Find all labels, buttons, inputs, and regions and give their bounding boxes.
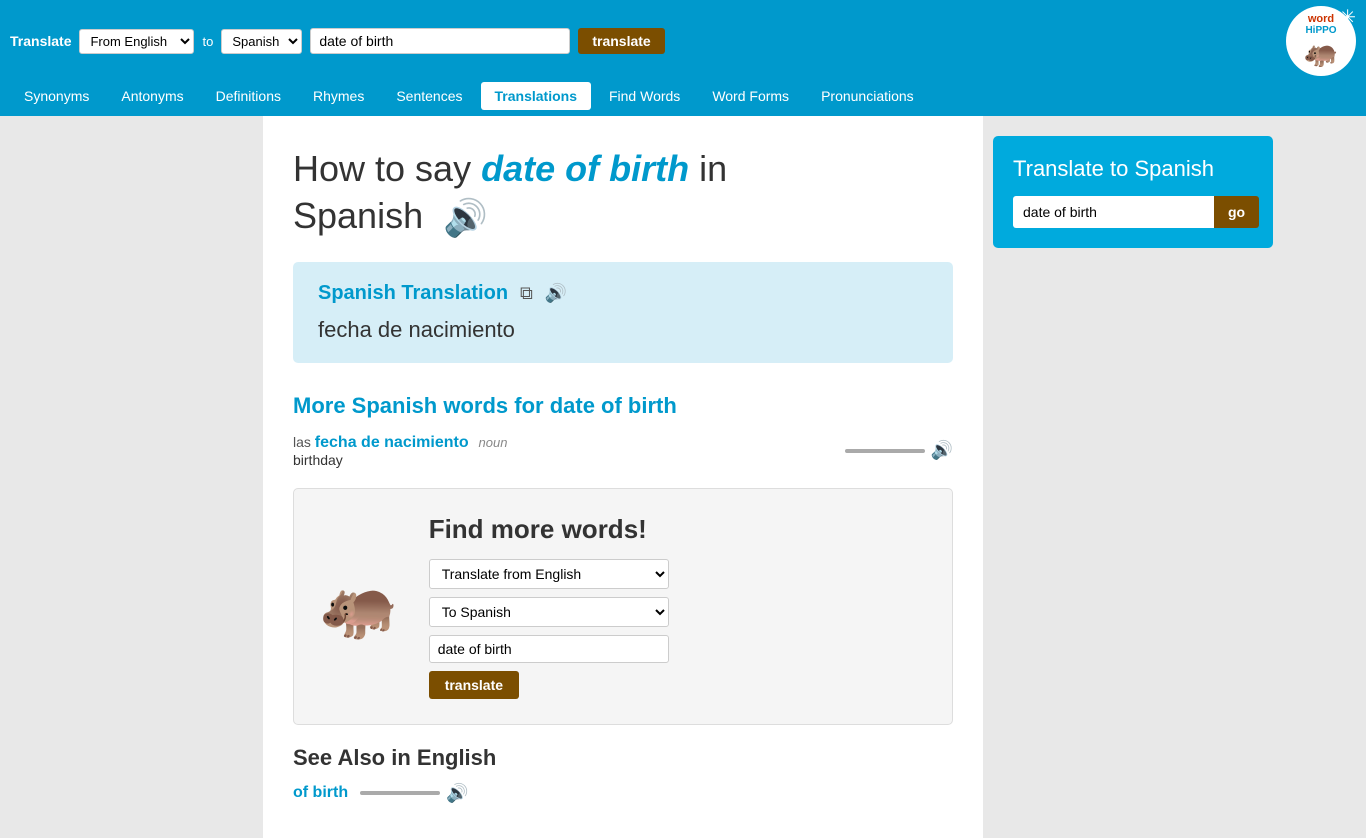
tab-word-forms[interactable]: Word Forms	[698, 82, 803, 110]
tab-sentences[interactable]: Sentences	[382, 82, 476, 110]
search-input[interactable]	[310, 28, 570, 54]
sidebar-go-button[interactable]: go	[1214, 196, 1259, 228]
tab-antonyms[interactable]: Antonyms	[107, 82, 197, 110]
title-speaker-icon[interactable]: 🔊	[443, 195, 488, 242]
translate-label: Translate	[10, 33, 71, 49]
tab-definitions[interactable]: Definitions	[202, 82, 295, 110]
word-entry-left: las fecha de nacimiento noun birthday	[293, 434, 833, 468]
title-prefix: How to say	[293, 148, 471, 189]
nav-bar: Synonyms Antonyms Definitions Rhymes Sen…	[0, 82, 1366, 116]
top-bar: Translate From English From Spanish From…	[0, 0, 1366, 82]
logo-container: word HiPPO 🦛	[1286, 6, 1356, 76]
translate-button-top[interactable]: translate	[578, 28, 664, 54]
audio-bar: 🔊	[845, 440, 953, 461]
see-also-title: See Also in English	[293, 745, 953, 771]
progress-bar	[845, 449, 925, 453]
left-gutter	[83, 116, 263, 838]
word-entry: las fecha de nacimiento noun birthday 🔊	[293, 434, 953, 468]
tab-translations[interactable]: Translations	[481, 82, 591, 110]
sidebar-input-row: go	[1013, 196, 1253, 228]
tab-rhymes[interactable]: Rhymes	[299, 82, 378, 110]
logo-word1: word	[1304, 13, 1339, 25]
translation-box-title: Spanish Translation	[318, 282, 508, 305]
see-also-progress-bar	[360, 791, 440, 795]
word-meaning: birthday	[293, 452, 833, 468]
header: Translate From English From Spanish From…	[0, 0, 1366, 116]
find-more-title: Find more words!	[429, 514, 927, 545]
title-highlight: date of birth	[481, 148, 689, 189]
translation-speaker-icon[interactable]: 🔊	[545, 283, 567, 304]
word-speaker-icon[interactable]: 🔊	[931, 440, 953, 461]
find-more-box: 🦛 Find more words! Translate from Englis…	[293, 488, 953, 725]
find-search-input[interactable]	[429, 635, 669, 663]
logo-word2: HiPPO	[1304, 25, 1339, 36]
tab-find-words[interactable]: Find Words	[595, 82, 694, 110]
more-words-title: More Spanish words for date of birth	[293, 393, 953, 419]
see-also-entry: of birth 🔊	[293, 783, 953, 804]
title-suffix: in	[699, 148, 727, 189]
hippo-mascot-icon: 🦛	[319, 569, 399, 644]
word-article: las	[293, 434, 311, 450]
to-language-select[interactable]: Spanish French German	[221, 29, 302, 54]
translation-box: Spanish Translation ⧉ 🔊 fecha de nacimie…	[293, 262, 953, 363]
translation-box-header: Spanish Translation ⧉ 🔊	[318, 282, 928, 305]
sidebar-search-input[interactable]	[1013, 196, 1214, 228]
tab-pronunciations[interactable]: Pronunciations	[807, 82, 928, 110]
content-area: How to say date of birth in Spanish 🔊 Sp…	[263, 116, 983, 838]
sidebar-title: Translate to Spanish	[1013, 156, 1253, 182]
find-to-select[interactable]: To Spanish To French To German	[429, 597, 669, 627]
page-title: How to say date of birth in Spanish 🔊	[293, 146, 953, 242]
word-line: las fecha de nacimiento noun	[293, 434, 833, 452]
right-sidebar: Translate to Spanish go	[983, 116, 1283, 838]
word-pos: noun	[479, 435, 508, 450]
to-label: to	[202, 34, 213, 49]
word-main-link[interactable]: fecha de nacimiento	[315, 434, 469, 451]
translated-word: fecha de nacimiento	[318, 317, 928, 343]
hippo-logo-icon: 🦛	[1304, 36, 1339, 69]
see-also-speaker-icon[interactable]: 🔊	[446, 783, 468, 804]
title-lang: Spanish	[293, 195, 423, 236]
see-also-link[interactable]: of birth	[293, 784, 348, 802]
from-language-select[interactable]: From English From Spanish From French	[79, 29, 194, 54]
find-more-content: Find more words! Translate from English …	[429, 514, 927, 699]
tab-synonyms[interactable]: Synonyms	[10, 82, 103, 110]
copy-icon[interactable]: ⧉	[520, 283, 533, 304]
translate-sidebar-box: Translate to Spanish go	[993, 136, 1273, 248]
find-from-select[interactable]: Translate from English Translate from Sp…	[429, 559, 669, 589]
see-also-audio-bar: 🔊	[360, 783, 468, 804]
logo-area: word HiPPO 🦛	[1286, 6, 1356, 76]
main-layout: How to say date of birth in Spanish 🔊 Sp…	[83, 116, 1283, 838]
find-translate-button[interactable]: translate	[429, 671, 519, 699]
